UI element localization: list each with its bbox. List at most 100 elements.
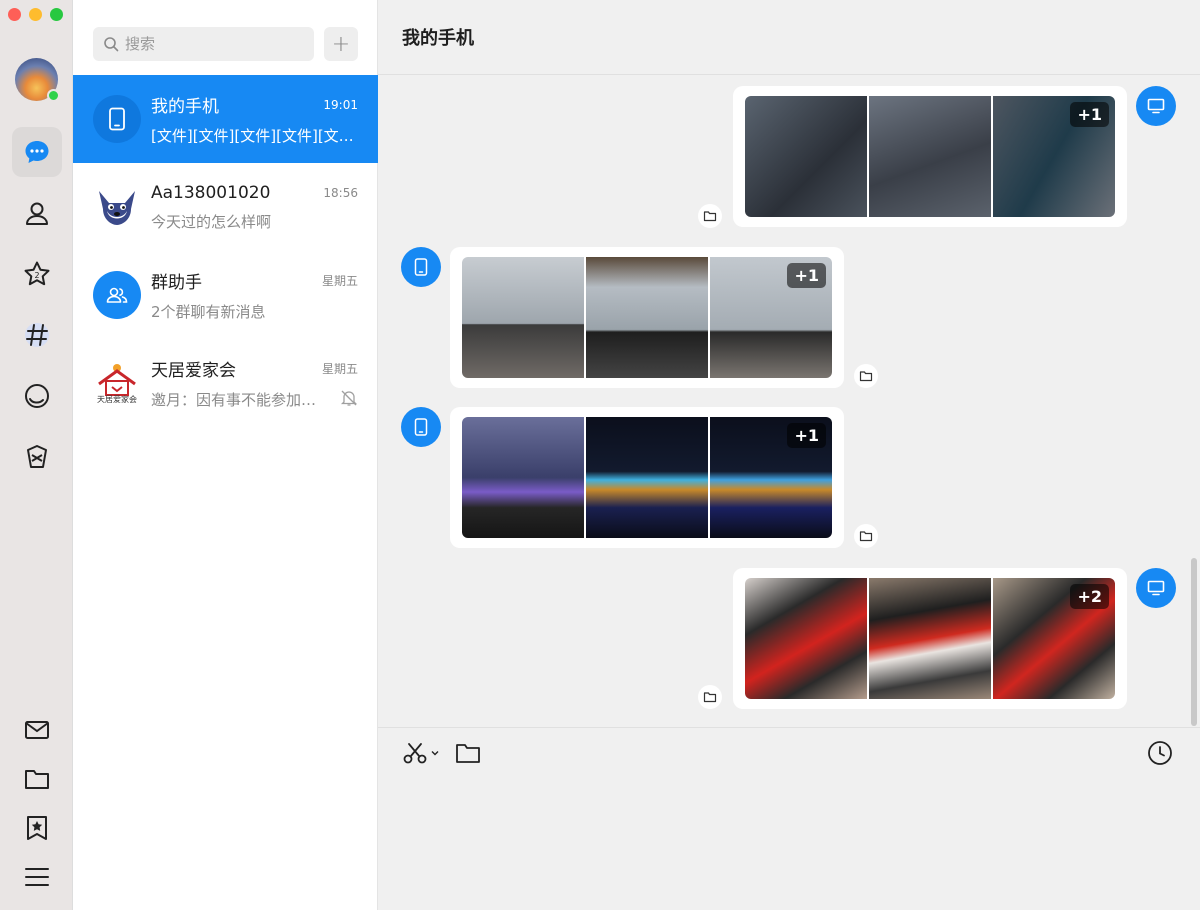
conversation-item[interactable]: 群助手 星期五 2个群聊有新消息 [73, 251, 378, 339]
muted-bell-icon [340, 390, 358, 406]
chat-title: 我的手机 [402, 28, 474, 49]
phone-icon [414, 258, 428, 276]
chat-panel: 我的手机 +1 +1 +1 +2 [378, 0, 1200, 910]
save-to-folder-button[interactable] [698, 204, 722, 228]
nav-mail[interactable] [12, 705, 62, 755]
conversation-last-message: 今天过的怎么样啊 [151, 212, 272, 231]
photo-thumbnail[interactable] [869, 578, 991, 699]
more-photos-count: +1 [787, 423, 826, 448]
conversation-time: 星期五 [321, 362, 358, 376]
nav-messages[interactable] [12, 127, 62, 177]
conversation-name: 我的手机 [151, 97, 219, 117]
folder-icon [703, 692, 717, 703]
photo-thumbnail[interactable]: +1 [993, 96, 1115, 217]
photo-thumbnail[interactable]: +2 [993, 578, 1115, 699]
conversation-time: 星期五 [321, 274, 358, 288]
circle-orbit-icon [25, 384, 49, 408]
photo-thumbnail[interactable] [462, 257, 584, 378]
nav-zone[interactable]: 2 [12, 249, 62, 299]
monitor-icon [1147, 580, 1165, 596]
phone-avatar[interactable] [401, 247, 441, 287]
photo-thumbnail[interactable] [745, 96, 867, 217]
close-window-button[interactable] [8, 8, 21, 21]
search-input[interactable] [125, 35, 305, 53]
save-to-folder-button[interactable] [854, 364, 878, 388]
conversation-name: 群助手 [151, 273, 202, 293]
chevron-down-icon [431, 751, 439, 756]
search-box[interactable] [93, 27, 314, 61]
clock-icon [1148, 741, 1172, 765]
conversation-time: 19:01 [323, 97, 358, 112]
photo-thumbnail[interactable] [869, 96, 991, 217]
nav-menu[interactable] [12, 852, 62, 902]
fox-avatar [93, 183, 141, 231]
message-composer[interactable] [378, 727, 1200, 910]
conversation-item[interactable]: 我的手机 19:01 [文件][文件][文件][文件][文件] [73, 75, 378, 163]
photo-thumbnail[interactable]: +1 [710, 257, 832, 378]
group-icon [106, 287, 128, 303]
conversation-last-message: 2个群聊有新消息 [151, 303, 266, 321]
nav-files[interactable] [12, 754, 62, 804]
cartoon-fox-icon [99, 191, 135, 225]
phone-icon [109, 107, 125, 131]
photo-thumbnail[interactable] [586, 257, 708, 378]
image-message-bubble[interactable]: +1 [733, 86, 1127, 227]
nav-rail: 2 [0, 0, 73, 910]
conversation-last-message: [文件][文件][文件][文件][文件] [151, 127, 358, 145]
nav-channels[interactable] [12, 310, 62, 360]
conversation-list: + 我的手机 19:01 [文件][文件][文件][文件][文件] Aa1380… [73, 0, 378, 910]
add-button[interactable]: + [324, 27, 358, 61]
image-message-bubble[interactable]: +1 [450, 407, 844, 548]
window-controls [8, 8, 63, 21]
mail-icon [25, 721, 49, 739]
photo-thumbnail[interactable]: +1 [710, 417, 832, 538]
zoom-window-button[interactable] [50, 8, 63, 21]
conversation-item[interactable]: 天居爱家会 天居爱家会 星期五 邀月：因有事不能参加，请假一次 [73, 339, 378, 427]
minimize-window-button[interactable] [29, 8, 42, 21]
scissors-icon [403, 743, 427, 764]
image-message-bubble[interactable]: +2 [733, 568, 1127, 709]
save-to-folder-button[interactable] [698, 685, 722, 709]
nav-moments[interactable] [12, 371, 62, 421]
send-file-button[interactable] [455, 740, 481, 766]
photo-thumbnail[interactable] [586, 417, 708, 538]
hamburger-menu-icon [25, 868, 49, 886]
photo-thumbnail[interactable] [462, 417, 584, 538]
online-status-dot [47, 89, 60, 102]
chat-bubble-icon [25, 141, 49, 163]
star-icon: 2 [24, 261, 50, 286]
folder-icon [25, 770, 49, 789]
more-photos-count: +1 [787, 263, 826, 288]
device-avatar [93, 95, 141, 143]
chat-scrollbar[interactable] [1191, 558, 1197, 726]
desktop-avatar[interactable] [1136, 86, 1176, 126]
user-avatar[interactable] [15, 58, 60, 102]
house-logo-icon [98, 363, 136, 396]
screenshot-tool-button[interactable] [402, 740, 440, 766]
phone-avatar[interactable] [401, 407, 441, 447]
image-message-bubble[interactable]: +1 [450, 247, 844, 388]
conversation-item[interactable]: Aa138001020 18:56 今天过的怎么样啊 [73, 163, 378, 251]
photo-thumbnail[interactable] [745, 578, 867, 699]
community-logo-avatar: 天居爱家会 [93, 359, 141, 407]
conversation-time: 18:56 [323, 185, 358, 200]
nav-contacts[interactable] [12, 188, 62, 238]
hashtag-icon [25, 323, 49, 347]
nav-favorites[interactable] [12, 803, 62, 853]
desktop-avatar[interactable] [1136, 568, 1176, 608]
conversation-last-message: 邀月：因有事不能参加，请假一次 [151, 391, 321, 409]
bookmark-star-icon [27, 816, 47, 840]
svg-text:2: 2 [34, 271, 39, 280]
folder-icon [456, 744, 480, 763]
chat-header: 我的手机 [378, 0, 1200, 75]
save-to-folder-button[interactable] [854, 524, 878, 548]
more-photos-count: +1 [1070, 102, 1109, 127]
package-icon [27, 445, 47, 468]
community-logo-text: 天居爱家会 [97, 394, 137, 404]
conversation-name: Aa138001020 [151, 182, 271, 203]
nav-games[interactable] [12, 432, 62, 482]
chat-history-button[interactable] [1147, 740, 1173, 766]
search-icon [104, 37, 119, 52]
folder-icon [859, 531, 873, 542]
conversation-name: 天居爱家会 [151, 361, 236, 381]
